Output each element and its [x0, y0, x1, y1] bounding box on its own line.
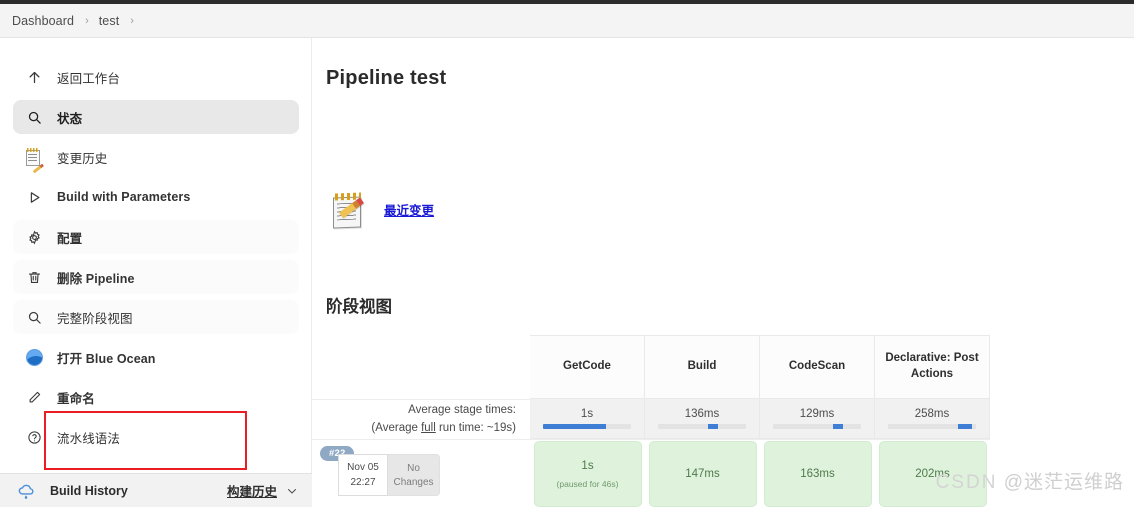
stage-cell[interactable]: 202ms: [878, 441, 987, 507]
sidebar-item-delete-pipeline[interactable]: 删除 Pipeline: [13, 260, 299, 294]
stage-column-header: CodeScan: [760, 335, 875, 399]
sidebar-item-label: 流水线语法: [57, 431, 121, 446]
sidebar-item-label: 完整阶段视图: [57, 311, 133, 326]
sidebar-item-label: 变更历史: [57, 151, 108, 166]
sidebar-item-back-to-dashboard[interactable]: 返回工作台: [13, 60, 299, 94]
stage-progress-bar: [888, 424, 976, 429]
average-value: 258ms: [914, 408, 950, 420]
stage-cell[interactable]: 1s (paused for 46s): [533, 441, 642, 507]
sidebar: 返回工作台 状态 变更历史 Build with Parameters 配置 删…: [0, 38, 312, 507]
stage-progress-bar: [658, 424, 746, 429]
average-stage-times-line1: Average stage times:: [408, 404, 516, 417]
stage-progress-bar: [543, 424, 631, 429]
notepad-pencil-icon: [23, 146, 45, 173]
sidebar-item-pipeline-syntax[interactable]: 流水线语法: [13, 420, 299, 454]
notepad-pencil-icon: [330, 188, 370, 230]
chevron-down-icon[interactable]: [286, 485, 298, 497]
arrow-up-icon: [23, 66, 45, 88]
sidebar-item-label: 删除 Pipeline: [57, 271, 135, 286]
build-changes-box[interactable]: No Changes: [388, 454, 440, 496]
header-lead-spacer: [312, 335, 530, 399]
stage-cell-wrap: 1s (paused for 46s): [530, 439, 645, 507]
weather-cloud-icon: [16, 480, 38, 502]
chevron-right-icon-2[interactable]: ›: [130, 15, 134, 27]
stage-column-header: GetCode: [530, 335, 645, 399]
stage-cell-time: 163ms: [800, 468, 835, 480]
average-stage-times-row: Average stage times: (Average full run t…: [312, 399, 1134, 439]
page-title: Pipeline test: [326, 67, 447, 89]
sidebar-item-status[interactable]: 状态: [13, 100, 299, 134]
average-cell: 1s: [530, 399, 645, 439]
sidebar-item-label: 状态: [57, 111, 83, 126]
stage-column-header: Declarative: Post Actions: [875, 335, 990, 399]
gear-icon: [23, 226, 45, 248]
play-triangle-icon: [23, 186, 45, 208]
search-icon: [23, 306, 45, 328]
average-cell: 258ms: [875, 399, 990, 439]
stage-cell-wrap: 163ms: [760, 439, 875, 507]
sidebar-item-label: 配置: [57, 231, 83, 246]
sidebar-item-label: 返回工作台: [57, 71, 121, 86]
sidebar-item-change-history[interactable]: 变更历史: [13, 140, 299, 174]
question-circle-icon: [23, 426, 45, 448]
stage-cell[interactable]: 147ms: [648, 441, 757, 507]
average-cell: 129ms: [760, 399, 875, 439]
build-history-panel[interactable]: Build History 构建历史: [0, 473, 312, 507]
pencil-icon: [23, 386, 45, 408]
build-row-lead: #22 Nov 05 22:27 No Changes: [312, 439, 530, 507]
sidebar-item-full-stage-view[interactable]: 完整阶段视图: [13, 300, 299, 334]
search-icon: [23, 106, 45, 128]
stage-cell-time: 202ms: [915, 468, 950, 480]
build-changes-line1: No: [407, 462, 420, 474]
chevron-right-icon: ›: [85, 14, 89, 27]
jenkins-pipeline-page: Dashboard › test › 返回工作台 状态 变更历史 Build w…: [0, 0, 1134, 507]
average-value: 136ms: [684, 408, 720, 420]
recent-changes-link[interactable]: 最近变更: [384, 200, 434, 219]
sidebar-item-rename[interactable]: 重命名: [13, 380, 299, 414]
breadcrumb-item-test[interactable]: test: [99, 14, 120, 28]
build-changes-line2: Changes: [393, 476, 434, 488]
sidebar-item-configure[interactable]: 配置: [13, 220, 299, 254]
sidebar-item-label: 重命名: [57, 391, 95, 406]
breadcrumb: Dashboard › test ›: [0, 4, 1134, 38]
sidebar-nav-list: 返回工作台 状态 变更历史 Build with Parameters 配置 删…: [0, 60, 312, 460]
stage-header-row: GetCode Build CodeScan Declarative: Post…: [312, 335, 1134, 399]
stage-cell-subtext: (paused for 46s): [556, 478, 619, 489]
build-date: Nov 05: [347, 462, 379, 473]
main-content: Pipeline test 最近变更 阶段视图 GetCode Build Co…: [312, 38, 1134, 507]
stage-view-table: GetCode Build CodeScan Declarative: Post…: [312, 335, 1134, 507]
build-history-link[interactable]: 构建历史: [227, 481, 277, 500]
stage-cell[interactable]: 163ms: [763, 441, 872, 507]
stage-cell-wrap: 147ms: [645, 439, 760, 507]
build-date-box[interactable]: Nov 05 22:27: [338, 454, 388, 496]
stage-cell-time: 1s: [581, 459, 594, 472]
build-row[interactable]: #22 Nov 05 22:27 No Changes: [312, 439, 1134, 507]
stage-cell-time: 147ms: [685, 468, 720, 480]
sidebar-item-open-blue-ocean[interactable]: 打开 Blue Ocean: [13, 340, 299, 374]
average-cell: 136ms: [645, 399, 760, 439]
stage-progress-bar: [773, 424, 861, 429]
trash-icon: [23, 266, 45, 288]
recent-changes-block[interactable]: 最近变更: [330, 188, 434, 230]
average-stage-times-label: Average stage times: (Average full run t…: [312, 399, 530, 439]
average-value: 129ms: [799, 408, 835, 420]
build-history-title: Build History: [50, 483, 128, 498]
average-full-run-time-line: (Average full run time: ~19s): [371, 421, 516, 434]
build-time: 22:27: [350, 477, 376, 488]
stage-cell-wrap: 202ms: [875, 439, 990, 507]
stage-column-header: Build: [645, 335, 760, 399]
sidebar-item-build-with-parameters[interactable]: Build with Parameters: [13, 180, 299, 214]
build-meta: Nov 05 22:27 No Changes: [338, 454, 440, 496]
blue-ocean-icon: [23, 346, 45, 368]
sidebar-item-label: 打开 Blue Ocean: [57, 351, 156, 366]
average-value: 1s: [580, 408, 594, 420]
stage-view-title: 阶段视图: [326, 298, 392, 316]
breadcrumb-item-dashboard[interactable]: Dashboard: [12, 14, 74, 28]
sidebar-item-label: Build with Parameters: [57, 190, 191, 204]
